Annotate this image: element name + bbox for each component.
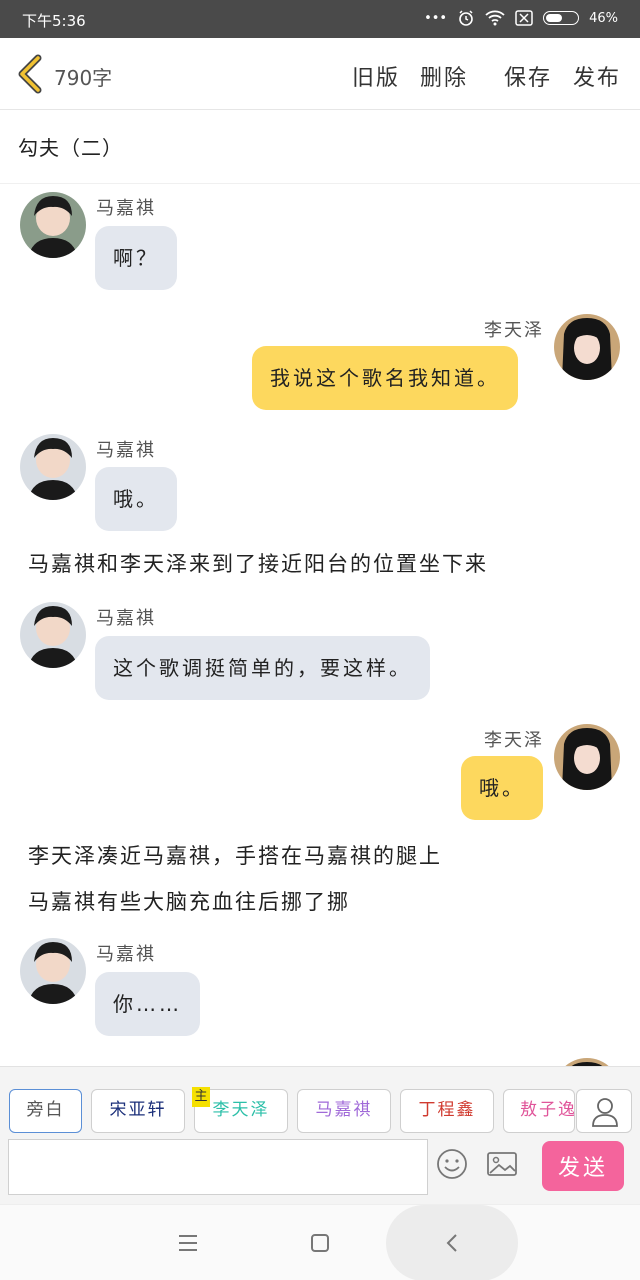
message-bubble[interactable]: 哦。 bbox=[95, 467, 177, 531]
character-chip-narrator[interactable]: 旁白 bbox=[9, 1089, 82, 1133]
chat-area: 马嘉祺 啊？ 李天泽 我说这个歌名我知道。 马嘉祺 哦。 马嘉祺和李天泽来到了接… bbox=[0, 184, 640, 1066]
manage-characters-button[interactable] bbox=[576, 1089, 632, 1133]
old-version-button[interactable]: 旧版 bbox=[352, 60, 400, 92]
character-chip-ao-ziyi[interactable]: 敖子逸 bbox=[503, 1089, 575, 1133]
menu-icon[interactable] bbox=[172, 1227, 204, 1259]
avatar-ma-jiaqi[interactable] bbox=[20, 938, 86, 1004]
narration-text[interactable]: 马嘉祺和李天泽来到了接近阳台的位置坐下来 bbox=[28, 548, 488, 578]
narration-text[interactable]: 马嘉祺有些大脑充血往后挪了挪 bbox=[28, 886, 350, 916]
story-title: 勾夫（二） bbox=[18, 136, 123, 160]
word-count: 790字 bbox=[54, 66, 113, 90]
main-character-badge: 主 bbox=[192, 1087, 210, 1107]
speaker-name: 马嘉祺 bbox=[96, 198, 156, 219]
speaker-name: 马嘉祺 bbox=[96, 608, 156, 629]
send-button[interactable]: 发送 bbox=[542, 1141, 624, 1191]
avatar-ma-jiaqi[interactable] bbox=[20, 434, 86, 500]
system-nav-bar bbox=[0, 1204, 640, 1280]
back-chevron-icon[interactable] bbox=[436, 1227, 468, 1259]
character-chip-ding-chengxin[interactable]: 丁程鑫 bbox=[400, 1089, 494, 1133]
avatar-ma-jiaqi[interactable] bbox=[20, 192, 86, 258]
avatar-ma-jiaqi[interactable] bbox=[20, 602, 86, 668]
speaker-name: 李天泽 bbox=[484, 320, 544, 341]
back-arrow-icon[interactable] bbox=[14, 54, 48, 94]
save-button[interactable]: 保存 bbox=[504, 60, 552, 92]
speaker-name: 李天泽 bbox=[484, 730, 544, 751]
message-bubble[interactable]: 这个歌调挺简单的，要这样。 bbox=[95, 636, 430, 700]
user-icon bbox=[592, 1098, 618, 1127]
narration-text[interactable]: 李天泽凑近马嘉祺，手搭在马嘉祺的腿上 bbox=[28, 840, 442, 870]
image-icon[interactable] bbox=[485, 1147, 519, 1181]
character-chip-ma-jiaqi[interactable]: 马嘉祺 bbox=[297, 1089, 391, 1133]
sim-off-icon bbox=[515, 10, 533, 26]
wifi-icon bbox=[485, 10, 505, 26]
speaker-name: 马嘉祺 bbox=[96, 440, 156, 461]
home-square-icon[interactable] bbox=[304, 1227, 336, 1259]
message-bubble[interactable]: 哦。 bbox=[461, 756, 543, 820]
avatar-li-tianze[interactable] bbox=[554, 724, 620, 790]
status-icons: ••• 46% bbox=[424, 9, 618, 27]
avatar-li-tianze[interactable] bbox=[554, 314, 620, 380]
speaker-name: 马嘉祺 bbox=[96, 944, 156, 965]
smile-icon[interactable] bbox=[435, 1147, 469, 1181]
message-input[interactable] bbox=[8, 1139, 428, 1195]
story-title-row[interactable]: 勾夫（二） bbox=[0, 110, 640, 184]
status-bar: 下午5:36 ••• 46% bbox=[0, 0, 640, 38]
composer-panel: 旁白 宋亚轩 李天泽 主 马嘉祺 丁程鑫 敖子逸 发送 bbox=[0, 1066, 640, 1204]
avatar-li-tianze[interactable] bbox=[554, 1058, 620, 1066]
message-bubble[interactable]: 你…… bbox=[95, 972, 200, 1036]
editor-toolbar: 790字 旧版 删除 保存 发布 bbox=[0, 38, 640, 110]
alarm-icon bbox=[459, 10, 473, 26]
publish-button[interactable]: 发布 bbox=[573, 60, 621, 92]
battery-percent: 46% bbox=[589, 10, 618, 26]
character-chip-song-yaxuan[interactable]: 宋亚轩 bbox=[91, 1089, 185, 1133]
status-time: 下午5:36 bbox=[22, 12, 86, 30]
message-bubble[interactable]: 啊？ bbox=[95, 226, 177, 290]
notification-dots-icon: ••• bbox=[424, 10, 448, 26]
battery-icon bbox=[543, 11, 580, 25]
delete-button[interactable]: 删除 bbox=[420, 60, 468, 92]
message-bubble[interactable]: 我说这个歌名我知道。 bbox=[252, 346, 518, 410]
